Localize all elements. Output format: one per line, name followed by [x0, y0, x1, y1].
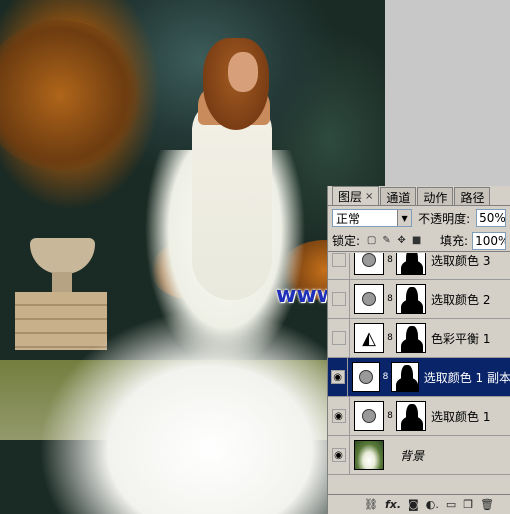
- mask-shape: [401, 299, 423, 313]
- layer-name: 背景: [400, 448, 425, 463]
- blend-mode-value: 正常: [336, 211, 361, 226]
- tab-label: 路径: [460, 190, 485, 205]
- layer-name: 选取颜色 2: [431, 292, 491, 307]
- layers-list: 8 选取颜色 3 8 选取颜色 2 ◭ 8 色彩平衡 1 ◉ 8 选取颜色 1 …: [328, 253, 510, 493]
- visibility-toggle[interactable]: [328, 318, 350, 358]
- folder-icon[interactable]: ▭: [446, 498, 456, 511]
- tab-layers[interactable]: 图层 ×: [332, 186, 380, 205]
- chain-link-icon[interactable]: 8: [385, 255, 395, 265]
- layer-mask-thumb[interactable]: [391, 362, 419, 392]
- fill-field[interactable]: 100%: [472, 231, 506, 250]
- lock-transparency-icon[interactable]: ▢: [366, 235, 377, 246]
- layer-row-background[interactable]: ◉ 背景: [328, 435, 510, 475]
- mask-shape: [396, 377, 418, 391]
- lock-row: 锁定: ▢ ✎ ✥ ■ 填充: 100%: [328, 230, 510, 252]
- chain-link-icon[interactable]: 8: [385, 294, 395, 304]
- blend-mode-select[interactable]: 正常 ▼: [332, 209, 413, 227]
- blend-row: 正常 ▼ 不透明度: 50%: [328, 206, 510, 230]
- lock-move-icon[interactable]: ✥: [396, 235, 407, 246]
- tab-actions[interactable]: 动作: [417, 187, 454, 205]
- tab-label: 图层: [338, 190, 363, 204]
- mask-icon[interactable]: ◙: [408, 498, 419, 511]
- tree-foliage: [0, 20, 140, 170]
- visibility-toggle[interactable]: [328, 279, 350, 319]
- layer-mask-thumb[interactable]: [396, 323, 426, 353]
- mask-shape: [401, 338, 423, 352]
- tab-label: 动作: [423, 190, 448, 205]
- layer-name: 选取颜色 3: [431, 253, 491, 268]
- panel-footer: ⛓ fx. ◙ ◐. ▭ ❐ 🗑: [328, 494, 510, 514]
- mask-shape: [401, 260, 423, 274]
- lock-all-icon[interactable]: ■: [411, 235, 422, 246]
- panel-tabs: 图层 × 通道 动作 路径: [328, 186, 510, 206]
- adjustment-icon[interactable]: ◐.: [426, 498, 439, 511]
- opacity-label: 不透明度:: [418, 211, 471, 226]
- fx-icon[interactable]: fx.: [385, 498, 401, 511]
- chevron-down-icon[interactable]: ▼: [397, 210, 412, 226]
- layer-mask-thumb[interactable]: [396, 284, 426, 314]
- mask-shape: [401, 416, 423, 430]
- eye-icon-hidden: [331, 292, 346, 306]
- visibility-toggle[interactable]: ◉: [328, 396, 350, 436]
- adjustment-thumb: [354, 253, 384, 275]
- tab-paths[interactable]: 路径: [454, 187, 491, 205]
- eye-icon-hidden: [331, 253, 346, 267]
- opacity-field[interactable]: 50%: [476, 209, 506, 227]
- close-icon[interactable]: ×: [365, 191, 373, 202]
- lock-icons: ▢ ✎ ✥ ■: [366, 235, 422, 246]
- layer-name: 选取颜色 1: [431, 409, 491, 424]
- layer-row-selective-color-1[interactable]: ◉ 8 选取颜色 1: [328, 396, 510, 436]
- layers-panel: 图层 × 通道 动作 路径 正常 ▼ 不透明度: 50% 锁定: ▢ ✎ ✥ ■…: [327, 186, 510, 514]
- visibility-toggle[interactable]: [328, 253, 350, 280]
- layer-row-selective-color-2[interactable]: 8 选取颜色 2: [328, 279, 510, 319]
- lock-brush-icon[interactable]: ✎: [381, 235, 392, 246]
- adjustment-icon: [362, 409, 376, 423]
- chain-link-icon[interactable]: 8: [385, 411, 395, 421]
- trash-icon[interactable]: 🗑: [480, 498, 494, 511]
- background-thumb: [354, 440, 384, 470]
- layer-row-selective-color-1-copy[interactable]: ◉ 8 选取颜色 1 副本: [328, 357, 510, 397]
- layer-row-color-balance-1[interactable]: ◭ 8 色彩平衡 1: [328, 318, 510, 358]
- layer-name: 选取颜色 1 副本: [423, 370, 510, 385]
- bride-face: [228, 52, 258, 92]
- layer-name: 色彩平衡 1: [431, 331, 491, 346]
- eye-icon: ◉: [331, 409, 346, 423]
- bride-torso: [192, 100, 272, 300]
- chain-link-icon[interactable]: 8: [381, 372, 390, 382]
- adjustment-thumb: [354, 284, 384, 314]
- balance-icon: ◭: [362, 327, 376, 349]
- adjustment-icon: [362, 253, 376, 267]
- adjustment-thumb: ◭: [354, 323, 384, 353]
- layer-row-selective-color-3[interactable]: 8 选取颜色 3: [328, 253, 510, 280]
- visibility-toggle[interactable]: ◉: [328, 435, 350, 475]
- lock-label: 锁定:: [332, 234, 361, 248]
- eye-icon: ◉: [330, 370, 345, 384]
- adjustment-thumb: [354, 401, 384, 431]
- adjustment-thumb: [352, 362, 380, 392]
- chain-link-icon[interactable]: 8: [385, 333, 395, 343]
- adjustment-icon: [362, 292, 376, 306]
- layer-mask-thumb[interactable]: [396, 401, 426, 431]
- visibility-toggle[interactable]: ◉: [328, 357, 349, 397]
- link-icon[interactable]: ⛓: [364, 498, 378, 511]
- fill-label: 填充:: [440, 234, 469, 248]
- tab-channels[interactable]: 通道: [380, 187, 417, 205]
- eye-icon-hidden: [331, 331, 346, 345]
- new-layer-icon[interactable]: ❐: [463, 498, 473, 511]
- tab-label: 通道: [386, 190, 411, 205]
- adjustment-icon: [359, 370, 374, 384]
- eye-icon: ◉: [331, 448, 346, 462]
- layer-mask-thumb[interactable]: [396, 253, 426, 275]
